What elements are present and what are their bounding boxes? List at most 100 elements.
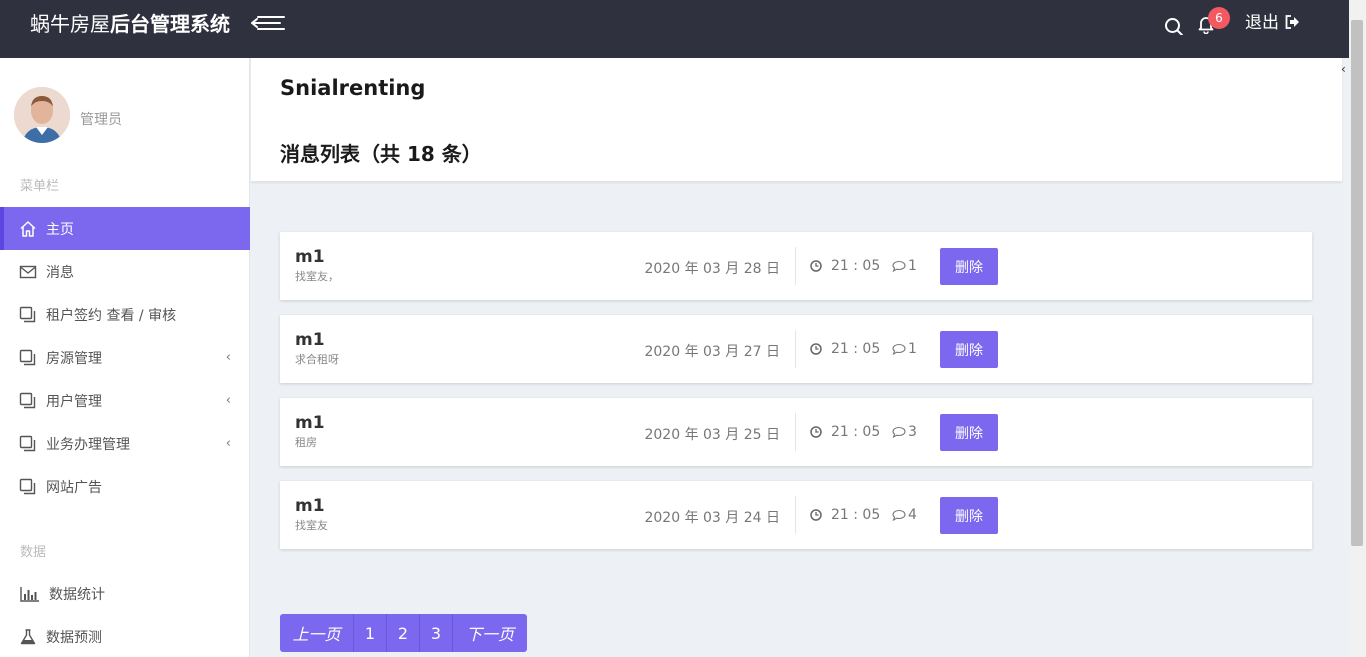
chevron-left-icon[interactable]: ‹: [1341, 62, 1346, 76]
message-content: 租房: [295, 436, 317, 449]
comment-icon: [892, 260, 906, 272]
prev-page-button[interactable]: 上一页: [280, 614, 354, 652]
sidebar-item-label: 消息: [46, 264, 74, 281]
sidebar-item-statistics[interactable]: 数据统计: [0, 572, 250, 615]
sidebar-item-label: 网站广告: [46, 479, 102, 496]
message-row: m1 找室友， 2020 年 03 月 28 日 21 : 05 1 删除: [280, 232, 1312, 300]
message-author: m1: [295, 330, 325, 350]
sidebar-item-messages[interactable]: 消息: [0, 250, 250, 293]
message-row: m1 找室友 2020 年 03 月 24 日 21 : 05 4 删除: [280, 481, 1312, 549]
clock-icon: [810, 260, 822, 272]
sidebar-item-tenant-contracts[interactable]: 租户签约 查看 / 审核: [0, 293, 250, 336]
delete-button[interactable]: 删除: [940, 497, 998, 534]
message-time: 21 : 05: [810, 258, 880, 274]
divider: [795, 247, 796, 285]
copy-icon: [19, 478, 37, 496]
chevron-left-icon: ‹: [225, 350, 231, 365]
copy-icon: [19, 392, 37, 410]
sidebar: 管理员 菜单栏 主页 消息 租户签约 查看 / 审核 房源管理 ‹ 用户管理 ‹: [0, 58, 250, 657]
page-button-3[interactable]: 3: [420, 614, 453, 652]
message-date: 2020 年 03 月 27 日: [644, 344, 780, 360]
pagination: 上一页 1 2 3 下一页: [280, 614, 527, 652]
message-time: 21 : 05: [810, 424, 880, 440]
bar-chart-icon: [19, 585, 40, 603]
page-button-1[interactable]: 1: [354, 614, 387, 652]
sidebar-toggle-icon[interactable]: [250, 15, 286, 31]
clock-icon: [810, 426, 822, 438]
message-time-value: 21 : 05: [831, 507, 881, 523]
comment-icon: [892, 509, 906, 521]
copy-icon: [19, 349, 37, 367]
comment-count-value: 4: [908, 507, 917, 523]
logout-button[interactable]: 退出: [1245, 12, 1300, 34]
sidebar-item-label: 租户签约 查看 / 审核: [46, 307, 177, 324]
top-navbar: 蜗牛房屋后台管理系统 6 退出: [0, 0, 1366, 58]
sidebar-item-label: 业务办理管理: [46, 436, 130, 453]
data-section-title: 数据: [20, 545, 47, 560]
sidebar-item-label: 用户管理: [46, 393, 102, 410]
brand-name: 蜗牛房屋: [30, 12, 110, 36]
brand-subtitle: 后台管理系统: [110, 12, 230, 36]
message-row: m1 求合租呀 2020 年 03 月 27 日 21 : 05 1 删除: [280, 315, 1312, 383]
comment-count: 1: [892, 341, 917, 357]
logout-label: 退出: [1245, 13, 1279, 33]
message-time-value: 21 : 05: [831, 424, 881, 440]
sidebar-item-label: 主页: [46, 221, 74, 238]
delete-button[interactable]: 删除: [940, 331, 998, 368]
sidebar-item-label: 房源管理: [46, 350, 102, 367]
message-date: 2020 年 03 月 25 日: [644, 427, 780, 443]
message-date: 2020 年 03 月 28 日: [644, 261, 780, 277]
delete-button[interactable]: 删除: [940, 414, 998, 451]
sidebar-item-label: 数据预测: [46, 629, 102, 646]
search-icon[interactable]: [1164, 15, 1184, 36]
user-name: 管理员: [80, 112, 122, 128]
comment-count-value: 3: [908, 424, 917, 440]
chevron-left-icon: ‹: [225, 436, 231, 451]
delete-button[interactable]: 删除: [940, 248, 998, 285]
page-button-2[interactable]: 2: [387, 614, 420, 652]
message-content: 找室友，: [295, 270, 339, 283]
message-time-value: 21 : 05: [831, 341, 881, 357]
sidebar-item-ads[interactable]: 网站广告: [0, 465, 250, 508]
home-icon: [19, 220, 37, 238]
message-content: 找室友: [295, 519, 328, 532]
notification-badge: 6: [1208, 7, 1230, 29]
site-name: Snialrenting: [280, 76, 426, 100]
sidebar-item-home[interactable]: 主页: [0, 207, 250, 250]
message-row: m1 租房 2020 年 03 月 25 日 21 : 05 3 删除: [280, 398, 1312, 466]
page-title: 消息列表（共 18 条）: [280, 142, 482, 166]
menu-section-title: 菜单栏: [20, 179, 60, 194]
sidebar-item-users[interactable]: 用户管理 ‹: [0, 379, 250, 422]
message-time-value: 21 : 05: [831, 258, 881, 274]
sidebar-item-housing[interactable]: 房源管理 ‹: [0, 336, 250, 379]
divider: [795, 496, 796, 534]
brand-title[interactable]: 蜗牛房屋后台管理系统: [30, 12, 230, 36]
comment-count-value: 1: [908, 341, 917, 357]
message-time: 21 : 05: [810, 507, 880, 523]
sign-out-icon: [1285, 14, 1299, 29]
comment-count: 3: [892, 424, 917, 440]
message-date: 2020 年 03 月 24 日: [644, 510, 780, 526]
next-page-button[interactable]: 下一页: [453, 614, 527, 652]
sidebar-item-business[interactable]: 业务办理管理 ‹: [0, 422, 250, 465]
mail-icon: [19, 263, 37, 281]
sidebar-item-label: 数据统计: [49, 586, 105, 603]
message-author: m1: [295, 496, 325, 516]
scrollbar-thumb[interactable]: [1351, 20, 1363, 546]
comment-count: 4: [892, 507, 917, 523]
divider: [795, 413, 796, 451]
chevron-left-icon: ‹: [225, 393, 231, 408]
copy-icon: [19, 306, 37, 324]
content-header: Snialrenting 消息列表（共 18 条）: [251, 58, 1342, 182]
divider: [795, 330, 796, 368]
comment-count-value: 1: [908, 258, 917, 274]
clock-icon: [810, 343, 822, 355]
message-content: 求合租呀: [295, 353, 339, 366]
sidebar-item-prediction[interactable]: 数据预测: [0, 615, 250, 657]
message-author: m1: [295, 413, 325, 433]
avatar[interactable]: [14, 87, 70, 143]
comment-count: 1: [892, 258, 917, 274]
comment-icon: [892, 343, 906, 355]
clock-icon: [810, 509, 822, 521]
flask-icon: [19, 628, 37, 646]
